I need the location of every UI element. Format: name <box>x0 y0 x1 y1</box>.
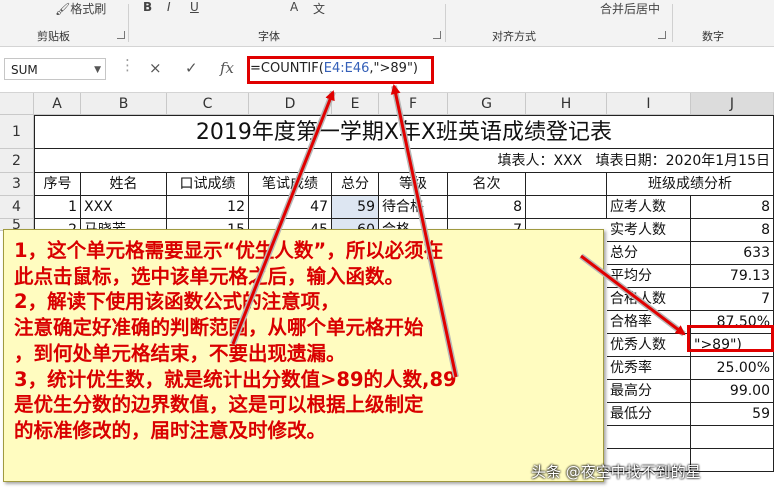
watermark: 头条 @夜空中找不到的星 <box>531 463 701 481</box>
annotation-arrows <box>230 84 686 378</box>
